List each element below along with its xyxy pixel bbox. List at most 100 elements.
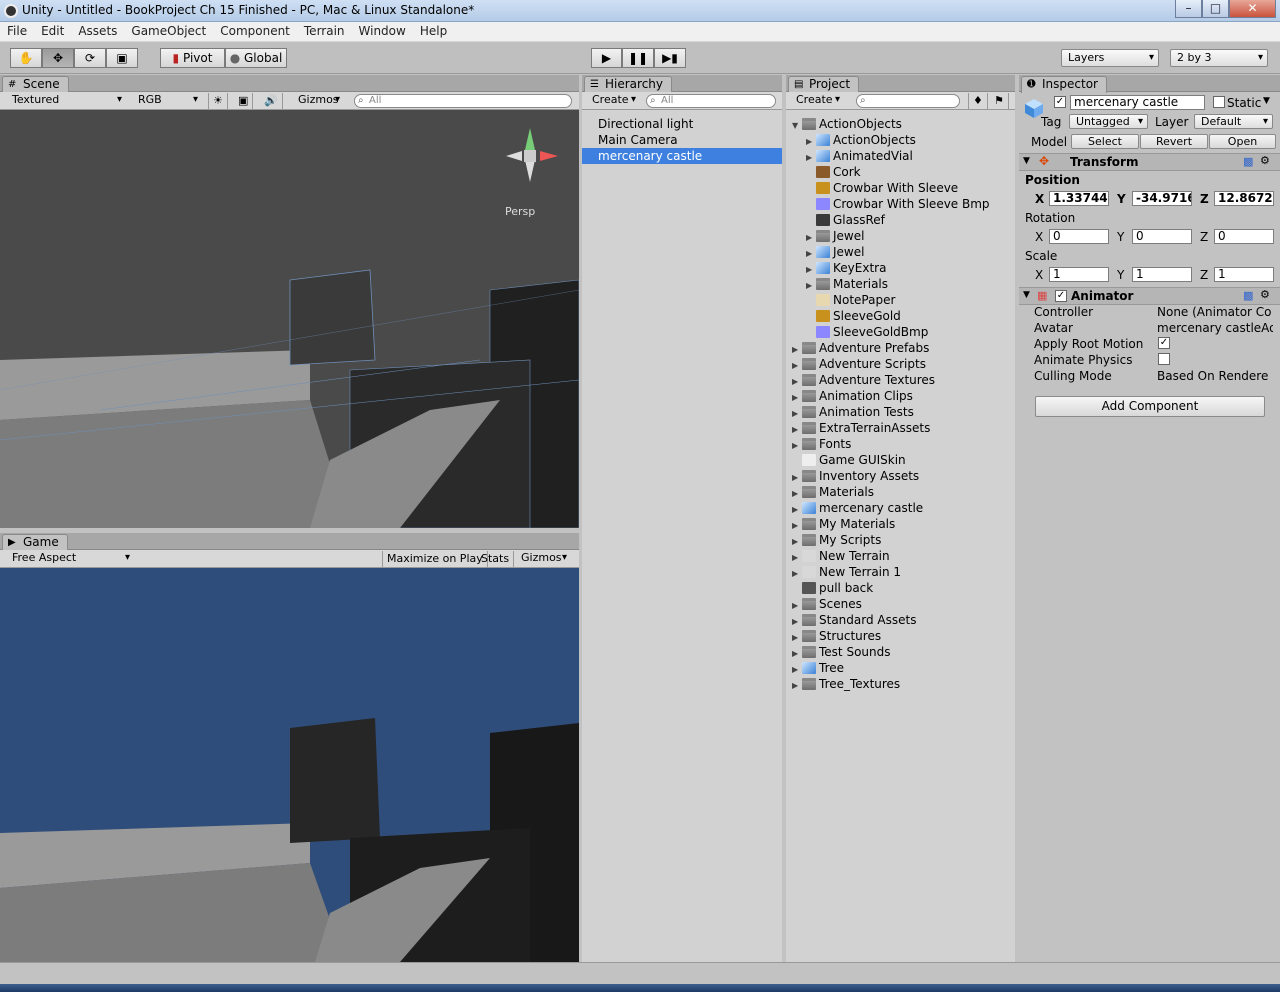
project-search-input[interactable] xyxy=(856,94,960,108)
pivot-toggle[interactable]: ▮ Pivot xyxy=(160,48,225,68)
project-item[interactable]: ▶ Animation Clips xyxy=(792,388,913,404)
project-item[interactable]: ▶ Test Sounds xyxy=(792,644,890,660)
move-tool-icon[interactable]: ✥ xyxy=(42,48,74,68)
project-item[interactable]: ▶ Adventure Prefabs xyxy=(792,340,929,356)
game-viewport[interactable] xyxy=(0,568,579,962)
game-gizmos-dropdown[interactable]: Gizmos xyxy=(515,550,571,566)
filter-by-type-icon[interactable]: ♦ xyxy=(968,93,988,109)
project-item[interactable]: SleeveGoldBmp xyxy=(806,324,928,340)
project-item[interactable]: GlassRef xyxy=(806,212,885,228)
transform-header[interactable]: ▼ ✥ Transform ▩ ⚙ xyxy=(1019,153,1280,171)
stats-toggle[interactable]: Stats xyxy=(477,551,515,567)
shading-mode-dropdown[interactable]: Textured xyxy=(6,92,126,108)
tab-inspector[interactable]: ➊ Inspector xyxy=(1021,76,1107,93)
project-item[interactable]: ▶ KeyExtra xyxy=(806,260,886,276)
scl-y-field[interactable]: 1 xyxy=(1132,267,1192,282)
model-open-button[interactable]: Open xyxy=(1209,134,1276,149)
step-button[interactable]: ▶▮ xyxy=(654,48,686,68)
add-component-button[interactable]: Add Component xyxy=(1035,396,1265,417)
animate-physics-checkbox[interactable] xyxy=(1158,353,1170,365)
project-item[interactable]: ▶ Standard Assets xyxy=(792,612,916,628)
controller-field[interactable]: None (Animator Co xyxy=(1157,305,1273,319)
project-item[interactable]: ▶ Tree xyxy=(792,660,844,676)
active-checkbox[interactable]: ✓ xyxy=(1054,96,1066,108)
project-item[interactable]: ▶ AnimatedVial xyxy=(806,148,913,164)
close-button[interactable]: ✕ xyxy=(1229,0,1276,18)
hierarchy-create-dropdown[interactable]: Create xyxy=(586,92,640,108)
hierarchy-item[interactable]: Main Camera xyxy=(582,132,782,148)
project-item[interactable]: ▶ Scenes xyxy=(792,596,862,612)
animator-enabled-checkbox[interactable]: ✓ xyxy=(1055,290,1067,302)
maximize-button[interactable]: □ xyxy=(1202,0,1229,18)
tab-hierarchy[interactable]: ☰ Hierarchy xyxy=(584,76,673,93)
project-item[interactable]: pull back xyxy=(792,580,873,596)
scene-search-input[interactable]: All xyxy=(354,94,572,108)
project-item[interactable]: ▶ Structures xyxy=(792,628,881,644)
scene-audio-icon[interactable]: 🔊 xyxy=(260,93,283,109)
gear-icon[interactable]: ⚙ xyxy=(1260,154,1270,167)
pos-x-field[interactable]: 1.33744 xyxy=(1049,191,1109,206)
project-item[interactable]: ▶ Tree_Textures xyxy=(792,676,900,692)
hierarchy-item[interactable]: Directional light xyxy=(582,116,782,132)
rotate-tool-icon[interactable]: ⟳ xyxy=(74,48,106,68)
layout-dropdown[interactable]: 2 by 3 xyxy=(1170,49,1268,67)
projection-label[interactable]: Persp xyxy=(505,205,535,218)
project-item[interactable]: ▶ Animation Tests xyxy=(792,404,914,420)
model-revert-button[interactable]: Revert xyxy=(1140,134,1208,149)
project-item[interactable]: ▶ Materials xyxy=(792,484,874,500)
pause-button[interactable]: ❚❚ xyxy=(622,48,654,68)
render-mode-dropdown[interactable]: RGB xyxy=(132,92,202,108)
menu-file[interactable]: File xyxy=(0,22,34,40)
tab-scene[interactable]: # Scene xyxy=(2,76,69,93)
scene-viewport[interactable]: Persp xyxy=(0,110,579,528)
foldout-arrow-icon[interactable]: ▼ xyxy=(792,118,802,134)
rot-z-field[interactable]: 0 xyxy=(1214,229,1274,244)
project-item[interactable]: ▶ Jewel xyxy=(806,228,864,244)
layer-dropdown[interactable]: Default xyxy=(1194,114,1273,129)
scl-x-field[interactable]: 1 xyxy=(1049,267,1109,282)
project-item[interactable]: ▶ ExtraTerrainAssets xyxy=(792,420,930,436)
object-name-field[interactable]: mercenary castle xyxy=(1070,95,1205,110)
project-item[interactable]: ▶ New Terrain 1 xyxy=(792,564,901,580)
menu-gameobject[interactable]: GameObject xyxy=(124,22,213,40)
scl-z-field[interactable]: 1 xyxy=(1214,267,1274,282)
rot-y-field[interactable]: 0 xyxy=(1132,229,1192,244)
menu-component[interactable]: Component xyxy=(213,22,297,40)
model-select-button[interactable]: Select xyxy=(1071,134,1139,149)
animator-help-icon[interactable]: ▩ xyxy=(1243,289,1253,302)
rot-x-field[interactable]: 0 xyxy=(1049,229,1109,244)
project-item[interactable]: ▶ Inventory Assets xyxy=(792,468,919,484)
project-item[interactable]: Game GUISkin xyxy=(792,452,906,468)
minimize-button[interactable]: – xyxy=(1175,0,1202,18)
hierarchy-item[interactable]: mercenary castle xyxy=(582,148,782,164)
menu-terrain[interactable]: Terrain xyxy=(297,22,352,40)
project-item[interactable]: ▶ New Terrain xyxy=(792,548,890,564)
project-item[interactable]: ▶ Materials xyxy=(806,276,888,292)
project-item[interactable]: ▶ My Materials xyxy=(792,516,895,532)
pos-z-field[interactable]: 12.8672 xyxy=(1214,191,1274,206)
project-item[interactable]: SleeveGold xyxy=(806,308,901,324)
project-item[interactable]: ▶ mercenary castle xyxy=(792,500,923,516)
scene-orientation-gizmo[interactable] xyxy=(500,120,560,190)
animator-header[interactable]: ▼ ▦ ✓ Animator ▩ ⚙ xyxy=(1019,287,1280,305)
project-create-dropdown[interactable]: Create xyxy=(790,92,844,108)
static-checkbox[interactable] xyxy=(1213,96,1225,108)
global-toggle[interactable]: ● Global xyxy=(225,48,287,68)
project-item[interactable]: Crowbar With Sleeve xyxy=(806,180,958,196)
project-item[interactable]: ▶ Adventure Textures xyxy=(792,372,935,388)
menu-assets[interactable]: Assets xyxy=(71,22,124,40)
help-icon[interactable]: ▩ xyxy=(1243,155,1253,168)
scene-image-icon[interactable]: ▣ xyxy=(234,93,254,109)
root-motion-checkbox[interactable]: ✓ xyxy=(1158,337,1170,349)
project-item[interactable]: ▶ Fonts xyxy=(792,436,851,452)
tag-dropdown[interactable]: Untagged xyxy=(1069,114,1148,129)
project-item[interactable]: NotePaper xyxy=(806,292,895,308)
scene-gizmos-dropdown[interactable]: Gizmos xyxy=(292,92,344,108)
project-item[interactable]: Crowbar With Sleeve Bmp xyxy=(806,196,990,212)
static-dropdown-icon[interactable]: ▼ xyxy=(1263,96,1270,106)
hierarchy-search-input[interactable]: All xyxy=(646,94,776,108)
project-item[interactable]: ▶ ActionObjects xyxy=(806,132,916,148)
avatar-field[interactable]: mercenary castleAo xyxy=(1157,321,1273,335)
scale-tool-icon[interactable]: ▣ xyxy=(106,48,138,68)
project-item[interactable]: ▶ Jewel xyxy=(806,244,864,260)
